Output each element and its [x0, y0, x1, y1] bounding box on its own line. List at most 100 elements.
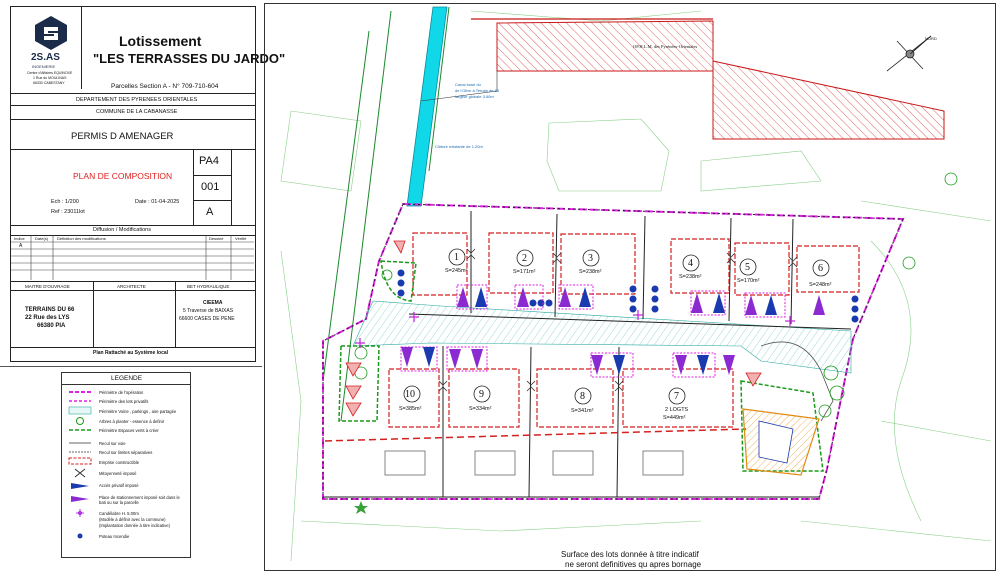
logo-address-2: 1 Rue du MOULINAS [33, 76, 67, 80]
lot-8-number: 8 [580, 391, 585, 402]
legend-item-lamp-model: (Modèle à définir avec la commune) [99, 517, 166, 522]
lot-5-area: S=170m² [737, 278, 760, 284]
green-space-2 [338, 345, 380, 422]
commune: COMMUNE DE LA CABANASSE [96, 109, 178, 115]
cartouche-separator [0, 366, 262, 367]
logo-text: 2S.AS [31, 52, 60, 63]
pools [384, 450, 684, 476]
legend-title-rule [61, 384, 191, 385]
setback-line [324, 428, 747, 442]
canal-note-3: largeur globale 3.50m [455, 94, 494, 99]
piece-box-line2 [193, 200, 231, 201]
canal-note-1: Canal busé du [455, 82, 481, 87]
echelle: Ech : 1/200 [51, 199, 79, 205]
title-block: 2S.AS INGENIERIE Centre d'Affaires EQUIN… [10, 6, 285, 362]
diffusion-col-verifie: Vérifié [235, 236, 247, 241]
lot-7-area: S=449m² [663, 415, 686, 421]
road-hatch-symbol [68, 406, 92, 415]
piece-num: 001 [201, 181, 220, 193]
date: Date : 01-04-2025 [135, 199, 180, 205]
diffusion-table: Indice Date(s) Définition des modificati… [11, 235, 255, 280]
maitre-line3: 66380 PIA [37, 323, 66, 329]
lot-1-area: S=245m² [445, 268, 468, 274]
legend-item-buildable: Emprise constructible [99, 460, 140, 465]
project-title-line1: Lotissement [119, 33, 202, 49]
bet-line1: CIEEMA [203, 300, 223, 306]
neighbor-building-2 [712, 60, 945, 140]
diffusion-col-indice: Indice [14, 236, 25, 241]
lot-4-number: 4 [688, 258, 693, 269]
legend-item-party-wall: Mitoyenneté imposé [99, 471, 137, 476]
ref: Ref : 23011lot [51, 209, 85, 215]
lot-5-number: 5 [745, 262, 750, 273]
tree-symbol [76, 417, 84, 425]
indice: A [206, 206, 214, 218]
lot-10-number: 10 [405, 389, 415, 400]
maitre-label: MAITRE D'OUVRAGE [25, 284, 70, 289]
departement: DEPARTEMENT DES PYRENEES ORIENTALES [76, 97, 198, 103]
compass-label: NORD [925, 36, 937, 41]
diffusion-row-indice: A [19, 243, 23, 249]
logo-divider [81, 7, 82, 89]
diffusion-header: Diffusion / Modifications [93, 227, 151, 233]
footer-note: Plan Rattaché au Système local [93, 350, 169, 356]
piece-box-line1 [193, 175, 231, 176]
piece-box [193, 149, 194, 225]
lot-2-area: S=171m² [513, 269, 536, 275]
legend-item-green: Périmètre Espaces verts à créer [99, 428, 159, 433]
lot-9-area: S=334m² [469, 406, 492, 412]
project-title-line2: "LES TERRASSES DU JARDO" [93, 51, 286, 66]
canal-note-2: de l'Olive à Terrain de 66 [455, 88, 500, 93]
logo-subtitle: INGENIERIE [32, 64, 56, 69]
piece-code: PA4 [199, 155, 219, 167]
footnote-line1: Surface des lots donnée à titre indicati… [561, 550, 699, 559]
bet-label: BET HYDRAULIQUE [187, 284, 230, 289]
diffusion-grid [11, 235, 254, 280]
legend-item-lamp-impl: (Implantation donnée à titre indicative) [99, 523, 170, 528]
permis-title: PERMIS D AMENAGER [71, 131, 174, 142]
lot-2-number: 2 [522, 253, 527, 264]
survey-lines [280, 10, 992, 562]
logo-address-1: Centre d'Affaires EQUINOXE [27, 71, 73, 75]
legend-item-private-lot: Périmètre des lots privatifs [99, 399, 149, 404]
legend-item-hydrant: Poteau Incendie [99, 534, 130, 539]
parcelles: Parcelles Section A - N° 709-710-604 [111, 83, 219, 90]
legend-item-road: Périmètre Voirie , parkings , aire parta… [99, 409, 177, 414]
lot-1-number: 1 [454, 252, 459, 263]
logo-icon [35, 16, 67, 50]
lot-10-area: S=385m² [399, 406, 422, 412]
site-plan: OP.H.L.M. des Pyrénées-Orientales Canal … [264, 3, 996, 571]
lot-8-area: S=341m² [571, 408, 594, 414]
legend-item-setback-limits: Recul sur limites séparatives [99, 450, 153, 455]
neighbor-label: OP.H.L.M. des Pyrénées-Orientales [633, 44, 698, 49]
lot-4-area: S=238m² [679, 274, 702, 280]
wall-note: Clôture existante de 1.20m [435, 144, 483, 149]
diffusion-col-definition: Définition des modifications [57, 236, 106, 241]
legend-item-setback-road: Recul sur voie [99, 441, 126, 446]
lot-7-extra: 2 LOGTS [665, 407, 689, 413]
legend-item-lamp: Candélabre H. 5.00m [99, 511, 139, 516]
architecte-label: ARCHITECTE [117, 284, 146, 289]
legend-title: LEGENDE [111, 375, 143, 382]
lot-3-area: S=238m² [579, 269, 602, 275]
lot-3-number: 3 [588, 253, 593, 264]
plan-title: PLAN DE COMPOSITION [73, 171, 173, 181]
survey-marker [354, 501, 368, 514]
diffusion-col-date: Date(s) [35, 236, 49, 241]
bet-line3: 66600 CASES DE PENE [179, 316, 235, 322]
legend: LEGENDE Périmètre de l'opération Périmèt… [5, 368, 260, 568]
maitre-line1: TERRAINS DU 66 [25, 307, 75, 313]
maitre-line2: 22 Rue des LYS [25, 315, 70, 321]
piece-box-right [231, 149, 232, 225]
legend-item-parking: Place de stationnement imposé soit dans … [99, 495, 180, 505]
access-symbol [71, 483, 89, 489]
legend-item-perimeter: Périmètre de l'opération [99, 390, 144, 395]
party-wall-symbol [74, 468, 86, 478]
legend-item-access: Accès privatif imposé [99, 483, 139, 488]
plan-drawing [280, 6, 992, 562]
lot-7-number: 7 [674, 391, 679, 402]
lot-9-number: 9 [479, 389, 484, 400]
logo-address-3: 66330 CABESTANY [33, 81, 65, 85]
lot-6-area: S=248m² [809, 282, 832, 288]
parking-symbol [71, 496, 89, 502]
